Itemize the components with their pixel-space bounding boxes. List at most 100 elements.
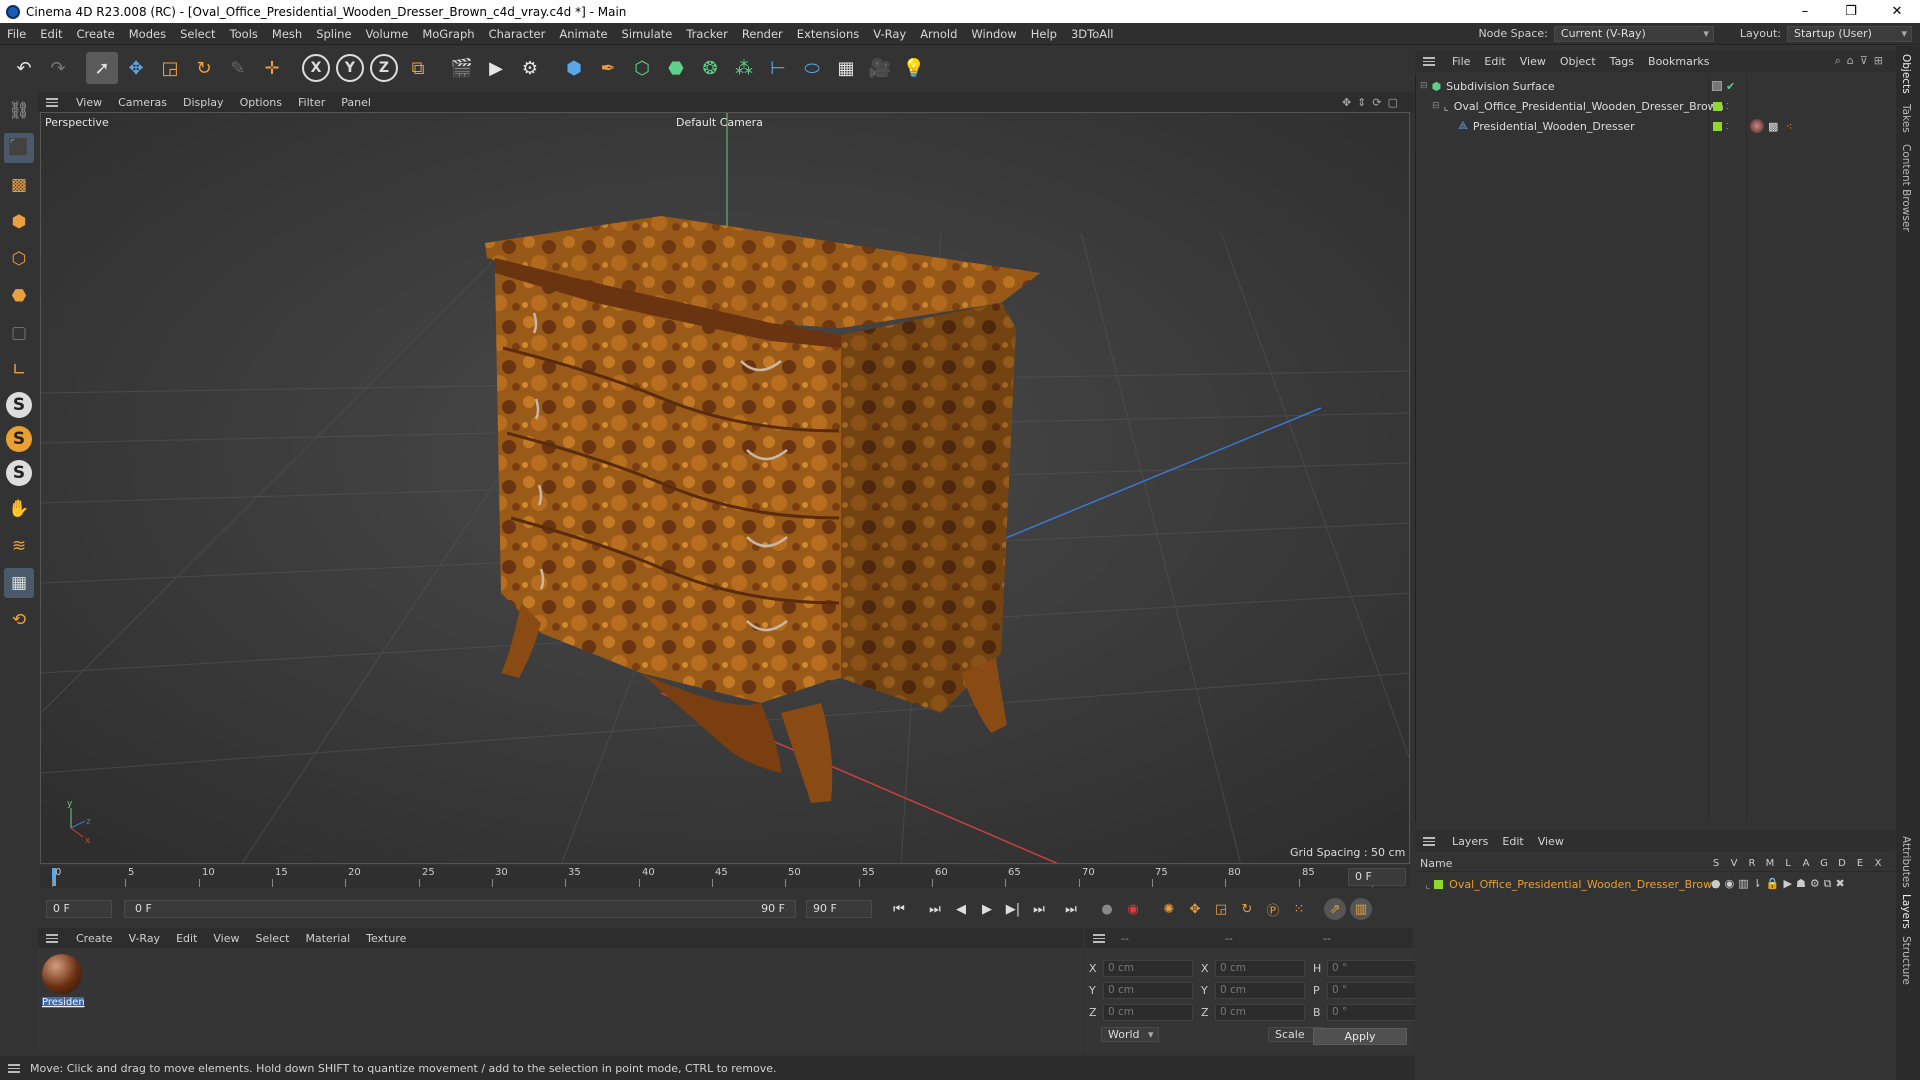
menu-extensions[interactable]: Extensions [790, 27, 866, 41]
apply-button[interactable]: Apply [1313, 1028, 1407, 1045]
layer-column-header[interactable]: M [1761, 858, 1779, 869]
previous-frame-icon[interactable]: ◀ [950, 898, 972, 920]
coord-rot-p-field[interactable]: 0 ° [1327, 982, 1417, 999]
camera-icon[interactable]: 🎥 [864, 52, 896, 84]
axis-mode-icon[interactable]: ∟ [4, 355, 34, 385]
tab-structure[interactable]: Structure [1900, 936, 1912, 985]
menu-volume[interactable]: Volume [359, 27, 416, 41]
sculpt-icon[interactable]: ✋ [4, 494, 34, 524]
viewport-nav-icons[interactable]: ✥⇕⟳▢ [1342, 96, 1404, 109]
layer-color-swatch[interactable] [1712, 81, 1722, 91]
subdivision-generator-icon[interactable]: ⬡ [626, 52, 658, 84]
object-menu-object[interactable]: Object [1553, 55, 1603, 68]
viewport-menu-cameras[interactable]: Cameras [110, 96, 175, 109]
material-tag-icon[interactable] [1750, 119, 1764, 133]
menu-character[interactable]: Character [482, 27, 553, 41]
position-key-icon[interactable]: ✥ [1184, 898, 1206, 920]
layout-dropdown[interactable]: Startup (User) [1787, 25, 1912, 42]
start-frame-field[interactable]: 0 F [46, 900, 112, 918]
layer-column-header[interactable]: R [1743, 858, 1761, 869]
layer-manager-menu-icon[interactable] [1423, 836, 1435, 846]
workplane-snap-icon[interactable]: S [6, 460, 32, 486]
menu-mesh[interactable]: Mesh [265, 27, 309, 41]
make-editable-icon[interactable]: ⛓ [4, 96, 34, 126]
layer-column-header[interactable]: D [1833, 858, 1851, 869]
workplane-icon[interactable]: ≋ [4, 531, 34, 561]
coord-pos-y-field[interactable]: 0 cm [1103, 982, 1193, 999]
field-icon[interactable]: ⬭ [796, 52, 828, 84]
viewport-menu-display[interactable]: Display [175, 96, 232, 109]
next-key-icon[interactable]: ⏭ [1028, 898, 1050, 920]
menu-3dtoall[interactable]: 3DToAll [1064, 27, 1121, 41]
object-manager-search-icons[interactable]: ⌕⌂⊽⊞ [1835, 54, 1889, 68]
point-level-animation-icon[interactable]: ⁙ [1288, 898, 1310, 920]
tab-content-browser[interactable]: Content Browser [1900, 144, 1912, 232]
coord-size-x-field[interactable]: 0 cm [1215, 960, 1305, 977]
autokey-icon[interactable]: ◉ [1122, 898, 1144, 920]
menu-file[interactable]: File [0, 27, 33, 41]
object-menu-bookmarks[interactable]: Bookmarks [1641, 55, 1716, 68]
play-icon[interactable]: ▶ [976, 898, 998, 920]
visibility-dots-icon[interactable]: ⁚ [1726, 122, 1729, 131]
maximize-button[interactable]: ❐ [1828, 4, 1874, 19]
material-menu-texture[interactable]: Texture [358, 932, 414, 945]
layer-menu-edit[interactable]: Edit [1495, 835, 1530, 848]
recent-tool-icon[interactable]: ✎ [222, 52, 254, 84]
layer-column-header[interactable]: S [1707, 858, 1725, 869]
frame-range-slider[interactable]: 0 F 90 F [124, 900, 796, 918]
material-menu-view[interactable]: View [205, 932, 247, 945]
keyframe-selection-icon[interactable]: ✺ [1158, 898, 1180, 920]
layer-column-header[interactable]: L [1779, 858, 1797, 869]
record-active-objects-icon[interactable]: ● [1096, 898, 1118, 920]
viewport-menu-icon[interactable] [46, 97, 58, 107]
viewport-menu-filter[interactable]: Filter [290, 96, 333, 109]
tab-objects[interactable]: Objects [1900, 54, 1912, 94]
menu-window[interactable]: Window [964, 27, 1023, 41]
coordinate-system-icon[interactable]: ⧉ [402, 52, 434, 84]
material-menu-edit[interactable]: Edit [168, 932, 205, 945]
next-frame-icon[interactable]: ▶| [1002, 898, 1024, 920]
coord-rot-h-field[interactable]: 0 ° [1327, 960, 1417, 977]
pen-spline-icon[interactable]: ✒ [592, 52, 624, 84]
material-menu-material[interactable]: Material [297, 932, 358, 945]
object-menu-tags[interactable]: Tags [1603, 55, 1641, 68]
layer-row[interactable]: ⌞ Oval_Office_Presidential_Wooden_Dresse… [1415, 874, 1895, 894]
transform-tool-icon[interactable]: ✛ [256, 52, 288, 84]
coord-pos-z-field[interactable]: 0 cm [1103, 1004, 1193, 1021]
timeline-ruler[interactable]: 051015202530354045505560657075808590 0 F [40, 866, 1410, 888]
visibility-dots-icon[interactable]: ⁚ [1726, 102, 1729, 111]
3d-viewport[interactable]: y z x [40, 112, 1410, 864]
menu-help[interactable]: Help [1024, 27, 1064, 41]
layer-name[interactable]: Oval_Office_Presidential_Wooden_Dresser_… [1449, 878, 1719, 891]
menu-vray[interactable]: V-Ray [866, 27, 913, 41]
collapse-toggle-icon[interactable]: ⊟ [1420, 81, 1428, 91]
close-button[interactable]: ✕ [1874, 4, 1920, 19]
texture-tag-icon[interactable]: ▩ [1768, 120, 1778, 133]
z-axis-lock-icon[interactable]: Z [370, 54, 398, 82]
vray-tag-icon[interactable]: ⁖ [1786, 120, 1792, 133]
viewport-camera-label[interactable]: Default Camera [676, 116, 763, 129]
menu-tools[interactable]: Tools [223, 27, 265, 41]
render-region-icon[interactable]: 🎬 [446, 52, 478, 84]
previous-key-icon[interactable]: ⏭ [924, 898, 946, 920]
motion-system-icon[interactable]: ⇗ [1324, 898, 1346, 920]
layer-menu-view[interactable]: View [1531, 835, 1571, 848]
scale-tool-icon[interactable]: ◲ [154, 52, 186, 84]
timeline-window-icon[interactable]: ▥ [1350, 898, 1372, 920]
menu-modes[interactable]: Modes [122, 27, 173, 41]
snap-settings-icon[interactable]: S [6, 426, 32, 452]
lock-workplane-icon[interactable]: ⟲ [4, 605, 34, 635]
current-frame-field[interactable]: 0 F [1348, 868, 1406, 886]
minimize-button[interactable]: – [1782, 4, 1828, 19]
object-menu-file[interactable]: File [1445, 55, 1477, 68]
menu-edit[interactable]: Edit [33, 27, 69, 41]
menu-simulate[interactable]: Simulate [615, 27, 680, 41]
parameter-key-icon[interactable]: Ⓟ [1262, 898, 1284, 920]
tab-layers[interactable]: Layers [1900, 894, 1912, 929]
object-menu-edit[interactable]: Edit [1477, 55, 1512, 68]
layer-column-header[interactable]: X [1869, 858, 1887, 869]
material-menu-vray[interactable]: V-Ray [121, 932, 169, 945]
grid-workplane-icon[interactable]: ▦ [4, 568, 34, 598]
coord-size-z-field[interactable]: 0 cm [1215, 1004, 1305, 1021]
extrude-generator-icon[interactable]: ⬣ [660, 52, 692, 84]
